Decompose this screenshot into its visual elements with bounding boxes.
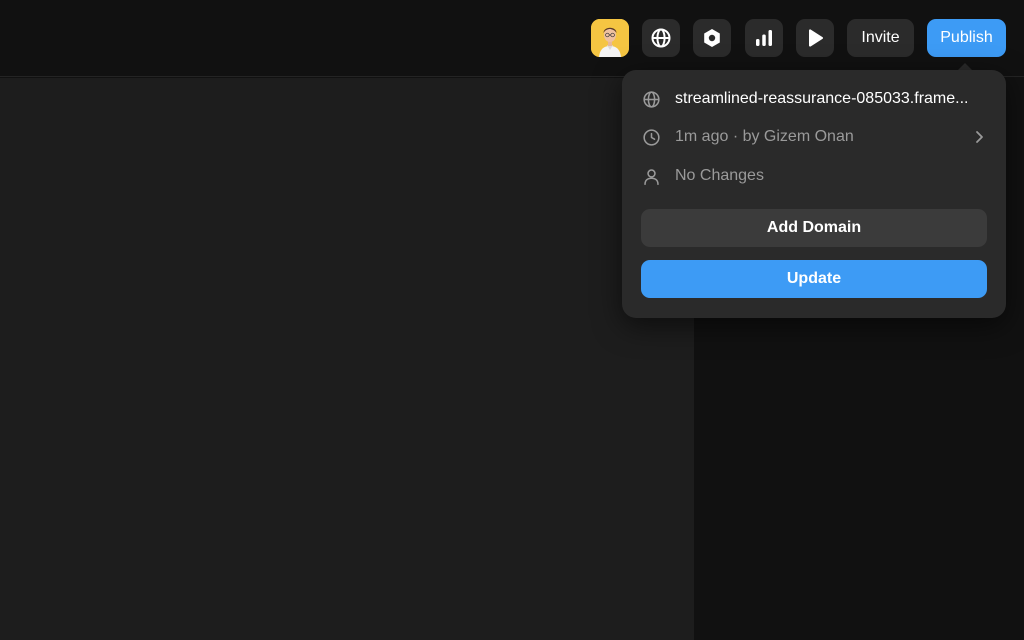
- clock-icon: [640, 126, 662, 148]
- globe-icon: [640, 88, 662, 110]
- user-avatar[interactable]: [591, 19, 629, 57]
- design-canvas[interactable]: [0, 78, 694, 640]
- user-icon: [640, 165, 662, 187]
- add-domain-label: Add Domain: [766, 219, 862, 236]
- invite-label: Invite: [861, 29, 900, 46]
- version-history-row[interactable]: 1m ago · by Gizem Onan: [640, 125, 988, 149]
- publish-label: Publish: [940, 29, 993, 46]
- publish-popover: streamlined-reassurance-085033.frame... …: [622, 70, 1006, 318]
- site-settings-button[interactable]: [642, 19, 680, 57]
- avatar-image: [591, 19, 629, 57]
- globe-icon: [651, 28, 671, 48]
- preview-button[interactable]: [796, 19, 834, 57]
- bar-chart-icon: [756, 30, 772, 46]
- top-toolbar: Invite Publish: [0, 0, 1024, 77]
- add-domain-button[interactable]: Add Domain: [641, 209, 987, 247]
- plugins-button[interactable]: [693, 19, 731, 57]
- invite-button[interactable]: Invite: [847, 19, 914, 57]
- analytics-button[interactable]: [745, 19, 783, 57]
- changes-row: No Changes: [640, 164, 988, 188]
- update-button[interactable]: Update: [641, 260, 987, 298]
- publish-button[interactable]: Publish: [927, 19, 1006, 57]
- play-icon: [809, 29, 824, 47]
- update-label: Update: [786, 270, 842, 287]
- last-published-text: 1m ago · by Gizem Onan: [675, 128, 854, 145]
- published-url-row[interactable]: streamlined-reassurance-085033.frame...: [640, 87, 988, 111]
- hexagon-icon: [704, 29, 720, 47]
- published-url[interactable]: streamlined-reassurance-085033.frame...: [675, 90, 987, 108]
- changes-status: No Changes: [675, 167, 764, 184]
- chevron-right-icon: [970, 128, 988, 146]
